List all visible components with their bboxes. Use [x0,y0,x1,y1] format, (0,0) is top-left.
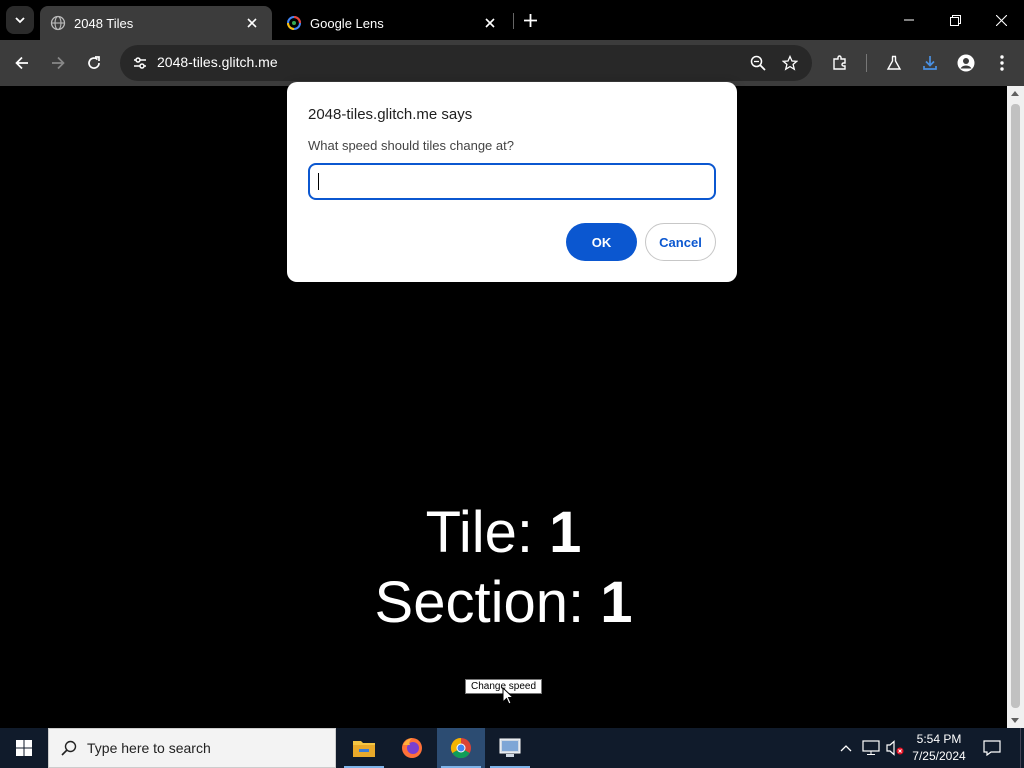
account-icon [957,54,975,72]
taskbar-file-explorer[interactable] [340,728,388,768]
mouse-cursor-icon [502,687,514,705]
back-button[interactable] [8,49,36,77]
zoom-button[interactable] [744,49,772,77]
google-lens-icon [287,16,301,30]
star-icon [782,55,798,71]
chevron-up-icon [840,745,852,752]
profile-button[interactable] [952,49,980,77]
tab-search-button[interactable] [6,6,34,34]
menu-button[interactable] [988,49,1016,77]
ok-button[interactable]: OK [566,223,637,261]
search-icon [61,740,77,756]
downloads-button[interactable] [916,49,944,77]
minimize-icon [904,19,914,21]
tab-google-lens[interactable]: Google Lens [276,6,510,40]
start-button[interactable] [0,728,48,768]
chrome-icon [450,737,471,759]
show-desktop-button[interactable] [1020,728,1024,768]
dialog-message: What speed should tiles change at? [308,138,514,153]
scroll-down-arrow-icon[interactable] [1011,718,1019,723]
browser-toolbar: 2048-tiles.glitch.me [0,40,1024,86]
search-placeholder: Type here to search [87,740,211,756]
tile-label: Tile: [425,500,534,565]
text-caret [318,173,319,190]
toolbar-separator [866,54,867,72]
tab-title: Google Lens [310,15,384,31]
clock-date: 7/25/2024 [912,749,966,763]
restore-icon [949,14,961,26]
taskbar-remote-desktop[interactable] [486,728,534,768]
more-vert-icon [1000,55,1004,71]
close-icon [995,14,1007,26]
cancel-button[interactable]: Cancel [645,223,716,261]
tab-strip: 2048 Tiles Google Lens [0,0,1024,40]
firefox-icon [402,738,422,758]
notifications-button[interactable] [978,728,1006,768]
url-text: 2048-tiles.glitch.me [157,54,278,70]
network-tray-button[interactable] [860,728,882,768]
scrollbar-thumb[interactable] [1011,104,1020,708]
taskbar-search-box[interactable]: Type here to search [48,728,336,768]
labs-button[interactable] [880,49,908,77]
minimize-button[interactable] [886,0,932,40]
globe-icon [50,15,66,31]
remote-desktop-icon [499,738,521,757]
file-explorer-icon [353,741,375,757]
tile-readout: Tile: 1 [0,498,1007,568]
network-icon [862,740,880,755]
windows-logo-icon [16,740,32,756]
close-tab-icon[interactable] [242,13,262,33]
volume-muted-icon [886,740,904,756]
restore-button[interactable] [932,0,978,40]
prompt-dialog: 2048-tiles.glitch.me says What speed sho… [287,82,737,282]
clock-time: 5:54 PM [916,732,962,746]
windows-taskbar: Type here to search 5:54 PM 7/25/2024 [0,728,1024,768]
forward-button[interactable] [44,49,72,77]
tab-separator [513,13,514,29]
section-readout: Section: 1 [0,568,1007,638]
tune-icon [134,57,146,69]
scroll-up-arrow-icon[interactable] [1011,91,1019,96]
page-scrollbar[interactable] [1007,86,1024,728]
flask-icon [886,55,902,70]
close-tab-icon[interactable] [480,13,500,33]
reload-icon [88,56,100,69]
plus-icon [523,13,537,27]
extensions-button[interactable] [826,49,854,77]
section-label: Section: [374,570,585,635]
taskbar-chrome[interactable] [437,728,485,768]
arrow-left-icon [15,56,28,70]
close-window-button[interactable] [978,0,1024,40]
taskbar-clock[interactable]: 5:54 PM 7/25/2024 [904,731,974,765]
speed-input[interactable] [308,163,716,200]
tab-title: 2048 Tiles [74,15,134,31]
bookmark-button[interactable] [776,49,804,77]
site-info-button[interactable] [126,49,154,77]
zoom-icon [750,55,766,71]
chevron-down-icon [15,17,25,24]
puzzle-icon [833,55,846,70]
reload-button[interactable] [80,49,108,77]
notification-icon [983,740,1001,756]
download-icon [923,56,937,70]
volume-tray-button[interactable] [884,728,906,768]
taskbar-firefox[interactable] [388,728,436,768]
dialog-title: 2048-tiles.glitch.me says [308,106,473,123]
new-tab-button[interactable] [518,8,542,32]
section-value: 1 [600,570,633,635]
address-bar[interactable]: 2048-tiles.glitch.me [120,45,812,81]
show-hidden-icons-button[interactable] [836,728,856,768]
arrow-right-icon [52,56,65,70]
tab-2048-tiles[interactable]: 2048 Tiles [40,6,272,40]
tile-value: 1 [549,500,582,565]
